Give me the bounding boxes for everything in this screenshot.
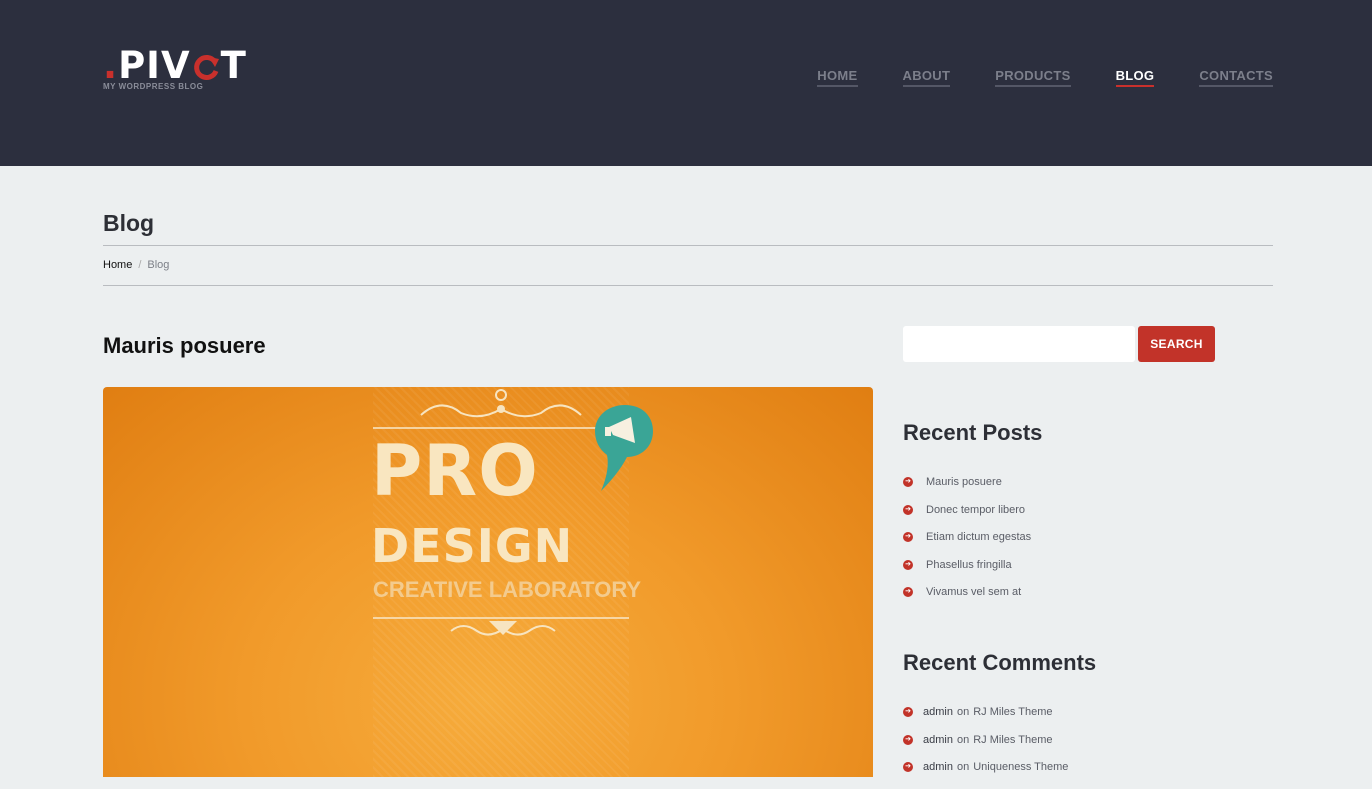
recent-post-link[interactable]: Mauris posuere: [926, 476, 1002, 488]
recent-posts-title: Recent Posts: [903, 420, 1043, 445]
comment-author[interactable]: admin: [923, 761, 953, 773]
breadcrumb-separator: /: [138, 259, 142, 271]
arrow-circle-icon: ➔: [903, 504, 913, 515]
comment-post-link[interactable]: Uniqueness Theme: [973, 761, 1068, 773]
search-button[interactable]: SEARCH: [1138, 326, 1215, 362]
nav-blog[interactable]: BLOG: [1115, 68, 1155, 87]
breadcrumb-home[interactable]: Home: [103, 259, 132, 271]
title-divider: [103, 245, 1273, 246]
site-header: . PIV T MY WORDPRESS BLOG HOME ABOUT PRODU…: [0, 0, 1372, 166]
comment-post-link[interactable]: RJ Miles Theme: [973, 706, 1052, 718]
comment-on: on: [956, 706, 970, 718]
comment-post-link[interactable]: RJ Miles Theme: [973, 734, 1052, 746]
list-item: ➔ admin on Uniqueness Theme: [903, 761, 1068, 789]
search-input[interactable]: [903, 326, 1135, 362]
recent-post-link[interactable]: Etiam dictum egestas: [926, 531, 1031, 543]
image-text-design: DESIGN: [371, 519, 574, 573]
arrow-circle-icon: ➔: [903, 587, 913, 597]
breadcrumb: Home / Blog: [103, 259, 169, 271]
recent-comments-title: Recent Comments: [903, 650, 1097, 675]
nav-home[interactable]: HOME: [817, 68, 858, 87]
comment-author[interactable]: admin: [923, 734, 953, 746]
post-title[interactable]: Mauris posuere: [103, 333, 266, 359]
logo-wordmark: . PIV T: [103, 46, 247, 86]
nav-products[interactable]: PRODUCTS: [995, 68, 1071, 87]
search-form: SEARCH: [903, 326, 1215, 362]
list-item[interactable]: ➔ Vivamus vel sem at: [903, 586, 1031, 614]
arrow-circle-icon: ➔: [903, 477, 913, 487]
breadcrumb-current: Blog: [147, 259, 170, 271]
arrow-circle-icon: ➔: [903, 734, 913, 745]
list-item: ➔ admin on RJ Miles Theme: [903, 706, 1068, 734]
arrow-circle-icon: ➔: [903, 762, 913, 772]
arrow-circle-icon: ➔: [903, 532, 913, 542]
list-item[interactable]: ➔ Donec tempor libero: [903, 504, 1031, 532]
main-nav: HOME ABOUT PRODUCTS BLOG CONTACTS: [817, 68, 1273, 87]
logo-text-end: T: [220, 44, 247, 87]
comment-author[interactable]: admin: [923, 706, 953, 718]
ornament-bottom-icon: [450, 621, 556, 636]
recent-post-link[interactable]: Donec tempor libero: [926, 504, 1025, 516]
nav-contacts[interactable]: CONTACTS: [1199, 68, 1273, 87]
recent-post-link[interactable]: Phasellus fringilla: [926, 559, 1012, 571]
nav-about[interactable]: ABOUT: [902, 68, 951, 87]
breadcrumb-divider: [103, 285, 1273, 286]
ornament-top-icon: [420, 389, 582, 418]
image-text-subtitle: CREATIVE LABORATORY: [373, 577, 642, 602]
recent-post-link[interactable]: Vivamus vel sem at: [926, 586, 1021, 598]
recent-posts-list: ➔ Mauris posuere ➔ Donec tempor libero ➔ Et…: [903, 476, 1031, 614]
list-item[interactable]: ➔ Etiam dictum egestas: [903, 531, 1031, 559]
megaphone-bubble-icon: [595, 405, 653, 491]
list-item: ➔ admin on RJ Miles Theme: [903, 734, 1068, 762]
comment-on: on: [956, 761, 970, 773]
page-title: Blog: [103, 210, 155, 236]
recent-comments-list: ➔ admin on RJ Miles Theme ➔ admin on RJ Miles …: [903, 706, 1068, 789]
logo-refresh-icon: [191, 51, 221, 81]
list-item[interactable]: ➔ Mauris posuere: [903, 476, 1031, 504]
site-logo[interactable]: . PIV T MY WORDPRESS BLOG: [103, 46, 247, 92]
logo-dot: .: [103, 44, 119, 87]
list-item[interactable]: ➔ Phasellus fringilla: [903, 559, 1031, 587]
arrow-circle-icon: ➔: [903, 707, 913, 717]
comment-on: on: [956, 733, 970, 746]
logo-text-start: PIV: [118, 44, 191, 87]
arrow-circle-icon: ➔: [903, 559, 913, 570]
post-featured-image[interactable]: PRO DESIGN CREATIVE LABORATORY: [103, 387, 873, 777]
image-text-pro: PRO: [371, 430, 539, 512]
